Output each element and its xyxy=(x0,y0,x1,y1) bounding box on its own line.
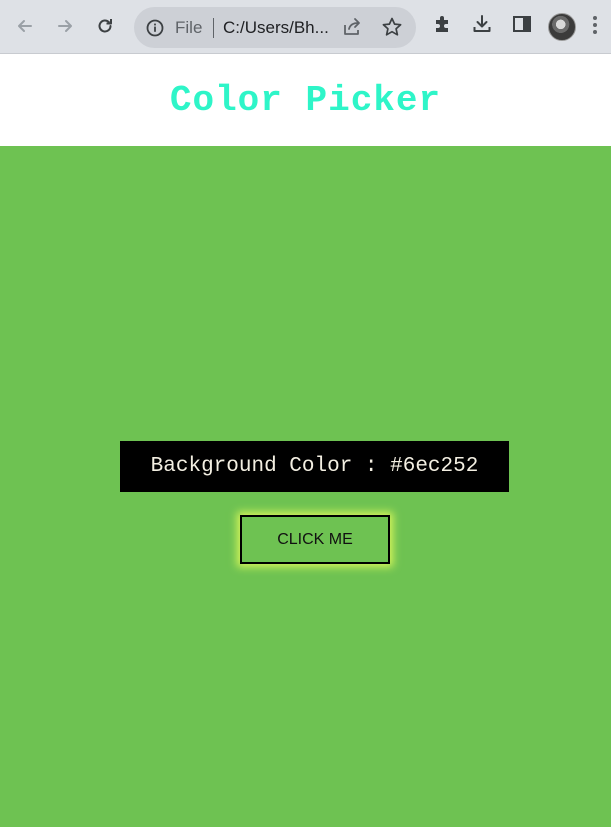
forward-button[interactable] xyxy=(50,11,80,41)
reload-button[interactable] xyxy=(90,11,120,41)
back-arrow-icon xyxy=(18,20,32,32)
share-icon[interactable] xyxy=(342,17,364,37)
back-button[interactable] xyxy=(10,11,40,41)
background-color-display: Background Color : #6ec252 xyxy=(120,441,509,492)
url-text[interactable]: C:/Users/Bh... xyxy=(223,18,329,38)
background-color-text: Background Color : #6ec252 xyxy=(150,455,479,478)
info-icon[interactable] xyxy=(146,19,164,37)
avatar[interactable] xyxy=(548,13,576,41)
forward-arrow-icon xyxy=(58,20,72,32)
scheme-label: File xyxy=(175,18,203,37)
page-title: Color Picker xyxy=(169,79,442,121)
color-canvas: Background Color : #6ec252 CLICK ME xyxy=(0,146,611,827)
bookmark-star-icon[interactable] xyxy=(381,16,403,38)
download-icon[interactable] xyxy=(471,13,493,35)
side-panel-icon[interactable] xyxy=(511,13,533,35)
puzzle-icon[interactable] xyxy=(432,13,454,35)
kebab-menu-icon[interactable] xyxy=(593,16,597,37)
click-me-button[interactable]: CLICK ME xyxy=(240,515,390,564)
browser-toolbar: File C:/Users/Bh... xyxy=(0,0,611,54)
address-bar[interactable]: File C:/Users/Bh... xyxy=(134,7,416,48)
page-header: Color Picker xyxy=(0,54,611,146)
reload-icon xyxy=(98,19,112,33)
omnibox-divider xyxy=(213,18,214,38)
